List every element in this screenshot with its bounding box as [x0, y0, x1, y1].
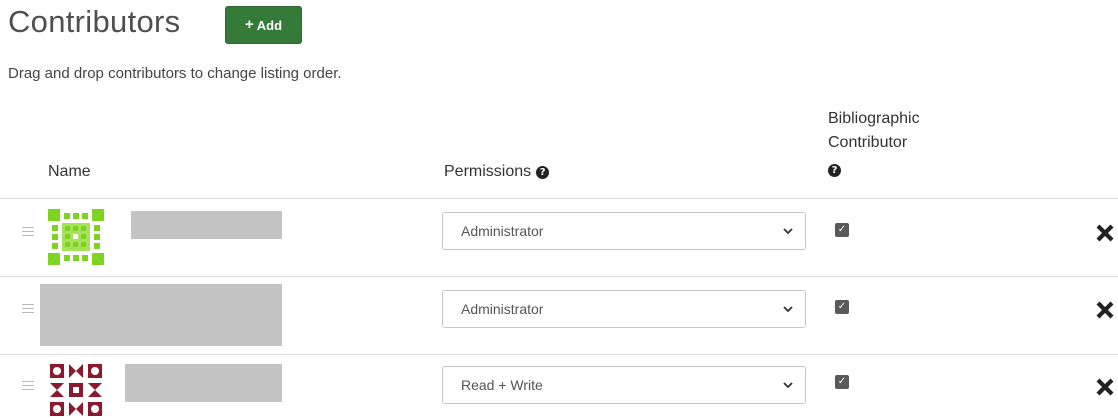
help-icon[interactable]: ?: [536, 165, 550, 179]
avatar: [48, 209, 104, 265]
redacted-contributor-avatar-and-name: [40, 284, 282, 346]
row-divider: [0, 276, 1118, 277]
redacted-contributor-name: [131, 211, 282, 239]
chevron-down-icon: [783, 228, 793, 235]
bibliographic-checkbox[interactable]: ✓: [835, 223, 849, 237]
permission-select[interactable]: Read + Write: [442, 366, 806, 404]
plus-icon: +: [244, 16, 254, 33]
bibliographic-checkbox[interactable]: ✓: [835, 375, 849, 389]
permission-select[interactable]: Administrator: [442, 290, 806, 328]
permissions-header-label: Permissions: [444, 163, 532, 180]
chevron-down-icon: [783, 306, 793, 313]
permission-select-value: Administrator: [461, 301, 544, 317]
drag-handle-icon[interactable]: [22, 381, 34, 393]
bibliographic-header-line2: Contributor: [828, 134, 908, 151]
bibliographic-checkbox[interactable]: ✓: [835, 300, 849, 314]
column-header-bibliographic: Bibliographic Contributor ?: [828, 107, 920, 181]
drag-handle-icon[interactable]: [22, 227, 34, 239]
chevron-down-icon: [783, 382, 793, 389]
column-header-name: Name: [48, 163, 91, 180]
instructions-text: Drag and drop contributors to change lis…: [8, 65, 342, 82]
close-icon[interactable]: [1095, 223, 1115, 243]
avatar: [48, 362, 104, 418]
permission-select[interactable]: Administrator: [442, 212, 806, 250]
row-divider: [0, 198, 1118, 199]
bibliographic-header-line1: Bibliographic: [828, 110, 920, 127]
add-button-label: Add: [256, 17, 283, 33]
redacted-contributor-name: [125, 364, 282, 402]
close-icon[interactable]: [1095, 377, 1115, 397]
permission-select-value: Administrator: [461, 223, 544, 239]
help-icon[interactable]: ?: [828, 164, 841, 177]
permission-select-value: Read + Write: [461, 377, 543, 393]
column-header-permissions: Permissions ?: [444, 163, 550, 181]
drag-handle-icon[interactable]: [22, 304, 34, 316]
page-title: Contributors: [8, 4, 181, 39]
add-contributor-button[interactable]: + Add: [225, 6, 302, 44]
row-divider: [0, 354, 1118, 355]
close-icon[interactable]: [1095, 300, 1115, 320]
